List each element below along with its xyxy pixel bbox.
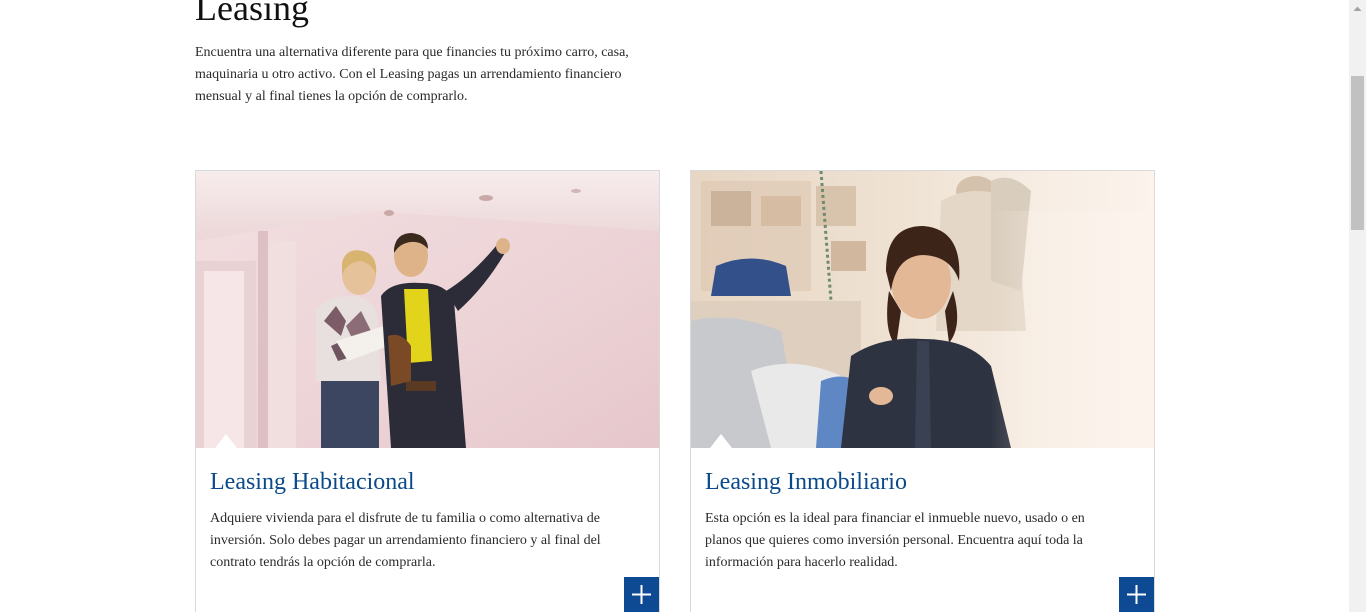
page-title: Leasing <box>195 0 309 28</box>
shop-owner-photo <box>691 171 1154 448</box>
card-image <box>196 171 659 448</box>
image-notch <box>215 434 237 448</box>
scroll-up-arrow-icon[interactable] <box>1349 0 1366 17</box>
product-card-leasing-habitacional[interactable]: Leasing Habitacional Adquiere vivienda p… <box>195 170 660 612</box>
card-title[interactable]: Leasing Habitacional <box>210 467 415 497</box>
image-notch <box>710 434 732 448</box>
plus-icon <box>632 585 651 604</box>
product-card-leasing-inmobiliario[interactable]: Leasing Inmobiliario Esta opción es la i… <box>690 170 1155 612</box>
card-image <box>691 171 1154 448</box>
card-description: Esta opción es la ideal para financiar e… <box>705 511 1085 570</box>
scrollbar-thumb[interactable] <box>1351 76 1364 230</box>
expand-button[interactable] <box>1119 577 1154 612</box>
vertical-scrollbar[interactable] <box>1349 0 1366 612</box>
card-title[interactable]: Leasing Inmobiliario <box>705 467 907 497</box>
plus-icon <box>1127 585 1146 604</box>
card-description: Adquiere vivienda para el disfrute de tu… <box>210 511 601 570</box>
couple-house-photo <box>196 171 659 448</box>
expand-button[interactable] <box>624 577 659 612</box>
page: Leasing Encuentra una alternativa difere… <box>0 0 1366 612</box>
intro-text: Encuentra una alternativa diferente para… <box>195 45 629 104</box>
